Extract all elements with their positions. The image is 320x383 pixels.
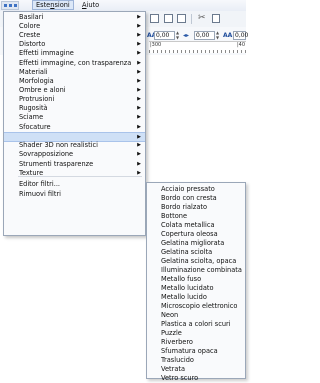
submenu-item[interactable]: Gelatina sciolta, opaca [161, 257, 236, 266]
submenu-item[interactable]: Puzzle [161, 329, 182, 338]
ruler-label-1: |300 [150, 42, 162, 48]
submenu-arrow-icon: ▶ [137, 32, 141, 38]
submenu-item[interactable]: Neon [161, 311, 178, 320]
submenu-item[interactable]: Bottone [161, 212, 187, 221]
menu-item[interactable]: Editor filtri... [4, 180, 145, 189]
menu-estensioni[interactable]: Estensioni [32, 0, 74, 10]
spin-arrows-2[interactable]: ▲ ▼ [216, 30, 220, 40]
menu-item[interactable]: Strumenti trasparenze ▶ [4, 160, 145, 169]
menu-aiuto[interactable]: Aiuto [79, 1, 102, 10]
submenu-item[interactable]: Metallo fuso [161, 275, 201, 284]
menu-item-label: Sfocature [19, 123, 51, 131]
spin-arrows-1[interactable]: ▲ ▼ [176, 30, 180, 40]
spin-field-3[interactable]: 0,00 [233, 31, 248, 40]
submenu-item[interactable]: Copertura oleosa [161, 230, 218, 239]
menu-item[interactable]: Morfologia ▶ [4, 77, 145, 86]
ruler-label-2: |40 [237, 42, 246, 48]
submenu-item[interactable]: Bordo rialzato [161, 203, 207, 212]
submenu-arrow-icon: ▶ [137, 23, 141, 29]
submenu-item[interactable]: Acciaio pressato [161, 185, 215, 194]
submenu-arrow-icon: ▶ [137, 114, 141, 120]
submenu-item[interactable]: Sfumatura opaca [161, 347, 218, 356]
toolbar-separator [191, 14, 192, 24]
estensioni-pre: Este [36, 1, 51, 9]
menu-item-label: Colore [19, 22, 41, 30]
copy-icon[interactable] [212, 14, 220, 23]
submenu-item[interactable]: Riverbero [161, 338, 193, 347]
submenu-arrow-icon: ▶ [137, 78, 141, 84]
submenu-arrow-icon: ▶ [137, 14, 141, 20]
menu-item-label: Shader 3D non realistici [19, 141, 98, 149]
menu-item[interactable]: Effetti immagine ▶ [4, 49, 145, 58]
menu-item[interactable]: Colore ▶ [4, 22, 145, 31]
spin-field-1[interactable]: 0,00 [154, 31, 175, 40]
submenu-item[interactable]: Gelatina sciolta [161, 248, 212, 257]
align-icon[interactable] [177, 14, 186, 23]
menu-item-label: Distorto [19, 40, 46, 48]
menu-item-label: Strumenti trasparenze [19, 160, 94, 168]
menu-item-label: Creste [19, 31, 41, 39]
menu-item-label: Rugosità [19, 104, 48, 112]
submenu-arrow-icon: ▶ [137, 87, 141, 93]
submenu-arrow-icon: ▶ [137, 142, 141, 148]
submenu-arrow-icon: ▶ [137, 60, 141, 66]
horizontal-ruler: |300 |40 [149, 41, 246, 53]
spin-field-2[interactable]: 0,00 [194, 31, 215, 40]
menu-item-label: Rimuovi filtri [19, 190, 61, 198]
menu-item[interactable]: Materiali ▶ [4, 68, 145, 77]
submenu-item[interactable]: Metallo lucidato [161, 284, 213, 293]
submenu-item[interactable]: Illuminazione combinata [161, 266, 242, 275]
menu-item[interactable]: Ombre e aloni ▶ [4, 86, 145, 95]
tracking-icon: ◂▸ [183, 32, 190, 39]
menu-item[interactable]: Rimuovi filtri [4, 190, 145, 199]
submenu-item[interactable]: Gelatina migliorata [161, 239, 224, 248]
submenu-item[interactable]: Microscopio elettronico [161, 302, 237, 311]
submenu-arrow-icon: ▶ [137, 161, 141, 167]
menu-item-label: Protrusioni [19, 95, 55, 103]
menu-item-label: Effetti immagine [19, 49, 74, 57]
submenu-item[interactable]: Bordo con cresta [161, 194, 217, 203]
menu-item[interactable]: Sfocature ▶ [4, 123, 145, 132]
submenu-arrow-icon: ▶ [137, 50, 141, 56]
menu-item[interactable]: Shader 3D non realistici ▶ [4, 141, 145, 150]
app-icon[interactable] [1, 1, 19, 10]
menu-item-label: Sciame [19, 113, 44, 121]
menu-item-label: Sovrapposizione [19, 150, 74, 158]
menu-item[interactable]: Protrusioni ▶ [4, 95, 145, 104]
menu-item-label: Morfologia [19, 77, 54, 85]
estensioni-post: sioni [54, 1, 70, 9]
submenu-item[interactable]: Colata metallica [161, 221, 215, 230]
submenu-arrow-icon: ▶ [137, 151, 141, 157]
menu-item-label: Editor filtri... [19, 180, 61, 188]
submenu-arrow-icon: ▶ [137, 96, 141, 102]
submenu-arrow-icon: ▶ [137, 69, 141, 75]
submenu-item[interactable]: Plastica a colori scuri [161, 320, 231, 329]
menu-item-label: Basilari [19, 13, 44, 21]
save-icon[interactable] [150, 14, 159, 23]
effects-submenu: Acciaio pressato Bordo con cresta Bordo ri… [146, 182, 246, 382]
submenu-arrow-icon: ▶ [137, 124, 141, 130]
scale-label: AA [223, 32, 233, 39]
submenu-item[interactable]: Vetrata [161, 365, 185, 374]
menu-item[interactable]: Sciame ▶ [4, 113, 145, 122]
cut-icon[interactable]: ✂ [198, 13, 206, 23]
menu-separator [18, 176, 142, 177]
menu-item[interactable]: Creste ▶ [4, 31, 145, 40]
menu-item-label: Effetti immagine, con trasparenza [19, 59, 132, 67]
menu-item[interactable]: Basilari ▶ [4, 13, 145, 22]
submenu-item[interactable]: Traslucido [161, 356, 194, 365]
menu-item[interactable]: Sovrapposizione ▶ [4, 150, 145, 159]
menu-item-label: Materiali [19, 68, 48, 76]
effects-menu: Basilari ▶ Colore ▶ Creste ▶ Distorto ▶ Effetti … [3, 11, 146, 236]
submenu-item[interactable]: Metallo lucido [161, 293, 207, 302]
menu-item[interactable]: Distorto ▶ [4, 40, 145, 49]
menu-item[interactable]: Rugosità ▶ [4, 104, 145, 113]
print-icon[interactable] [164, 14, 173, 23]
submenu-arrow-icon: ▶ [137, 41, 141, 47]
menu-item[interactable]: Effetti immagine, con trasparenza ▶ [4, 59, 145, 68]
submenu-arrow-icon: ▶ [137, 105, 141, 111]
menu-item-label: Ombre e aloni [19, 86, 66, 94]
aiuto-rest: iuto [86, 1, 100, 9]
